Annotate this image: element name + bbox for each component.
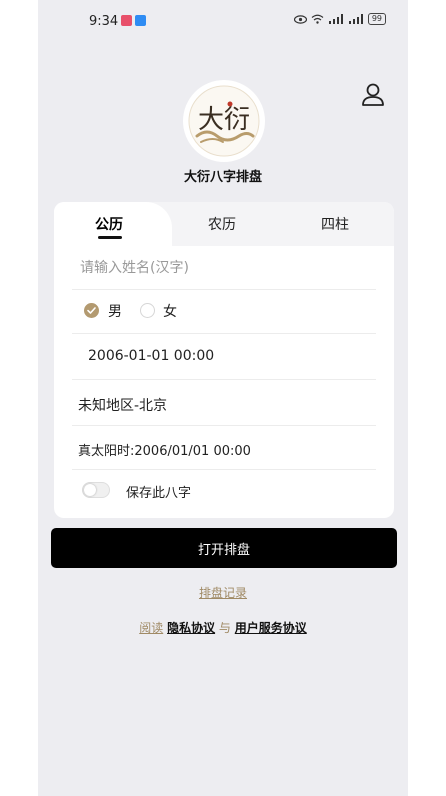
tab-four-pillars[interactable]: 四柱 (321, 214, 349, 234)
app-logo-icon: 大衍 (188, 85, 260, 157)
female-label[interactable]: 女 (163, 301, 177, 321)
toggle-knob (84, 484, 96, 496)
open-chart-button[interactable]: 打开排盘 (51, 528, 397, 568)
birth-info-card: 公历 农历 四柱 男 女 2006-01-01 00:00 未知地区-北京 真太… (54, 202, 394, 518)
birth-datetime-value: 2006-01-01 00:00 (88, 348, 215, 364)
tab-solar[interactable]: 公历 (95, 214, 123, 234)
wifi-icon (311, 14, 324, 24)
birth-datetime-row[interactable]: 2006-01-01 00:00 (72, 334, 376, 380)
check-icon (87, 307, 96, 314)
save-bazi-label: 保存此八字 (126, 486, 192, 501)
gender-row: 男 女 (72, 290, 376, 334)
status-time: 9:34 (89, 14, 119, 29)
true-solar-time-row: 真太阳时:2006/01/01 00:00 (72, 426, 376, 470)
status-indicators: 99 (293, 13, 386, 25)
female-radio[interactable] (140, 303, 155, 318)
calendar-tabs: 公历 农历 四柱 (54, 202, 394, 248)
chart-records-link[interactable]: 排盘记录 (38, 584, 408, 601)
notification-icon (121, 15, 132, 26)
male-label[interactable]: 男 (108, 301, 122, 321)
app-title: 大衍八字排盘 (183, 170, 262, 185)
agreement-read-text: 阅读 (139, 621, 164, 635)
save-bazi-toggle[interactable] (82, 482, 110, 498)
app-logo: 大衍 (183, 80, 265, 162)
location-row[interactable]: 未知地区-北京 (72, 380, 376, 426)
battery-icon: 99 (367, 13, 386, 25)
privacy-policy-link[interactable]: 隐私协议 (167, 621, 215, 635)
tab-lunar[interactable]: 农历 (208, 214, 236, 234)
eye-icon (293, 14, 307, 24)
terms-of-service-link[interactable]: 用户服务协议 (235, 621, 307, 635)
signal-icon (328, 14, 343, 24)
location-value: 未知地区-北京 (78, 398, 168, 414)
active-tab-indicator (98, 236, 122, 239)
signal-icon (348, 14, 363, 24)
name-row (72, 248, 376, 290)
status-bar: 9:34 99 (38, 0, 408, 42)
cloud-icon (135, 15, 146, 26)
true-solar-time-value: 真太阳时:2006/01/01 00:00 (78, 444, 251, 459)
app-screen: 9:34 99 大衍 大衍八字排盘 公历 农历 四柱 请输入姓名(汉字) 男 女… (38, 0, 408, 796)
name-input[interactable] (80, 248, 370, 288)
male-radio[interactable] (84, 303, 99, 318)
user-profile-icon[interactable] (358, 80, 388, 110)
agreement-line: 阅读 隐私协议 与 用户服务协议 (38, 619, 408, 636)
logo-text: 大衍 (198, 105, 250, 135)
agreement-and-text: 与 (218, 621, 231, 635)
